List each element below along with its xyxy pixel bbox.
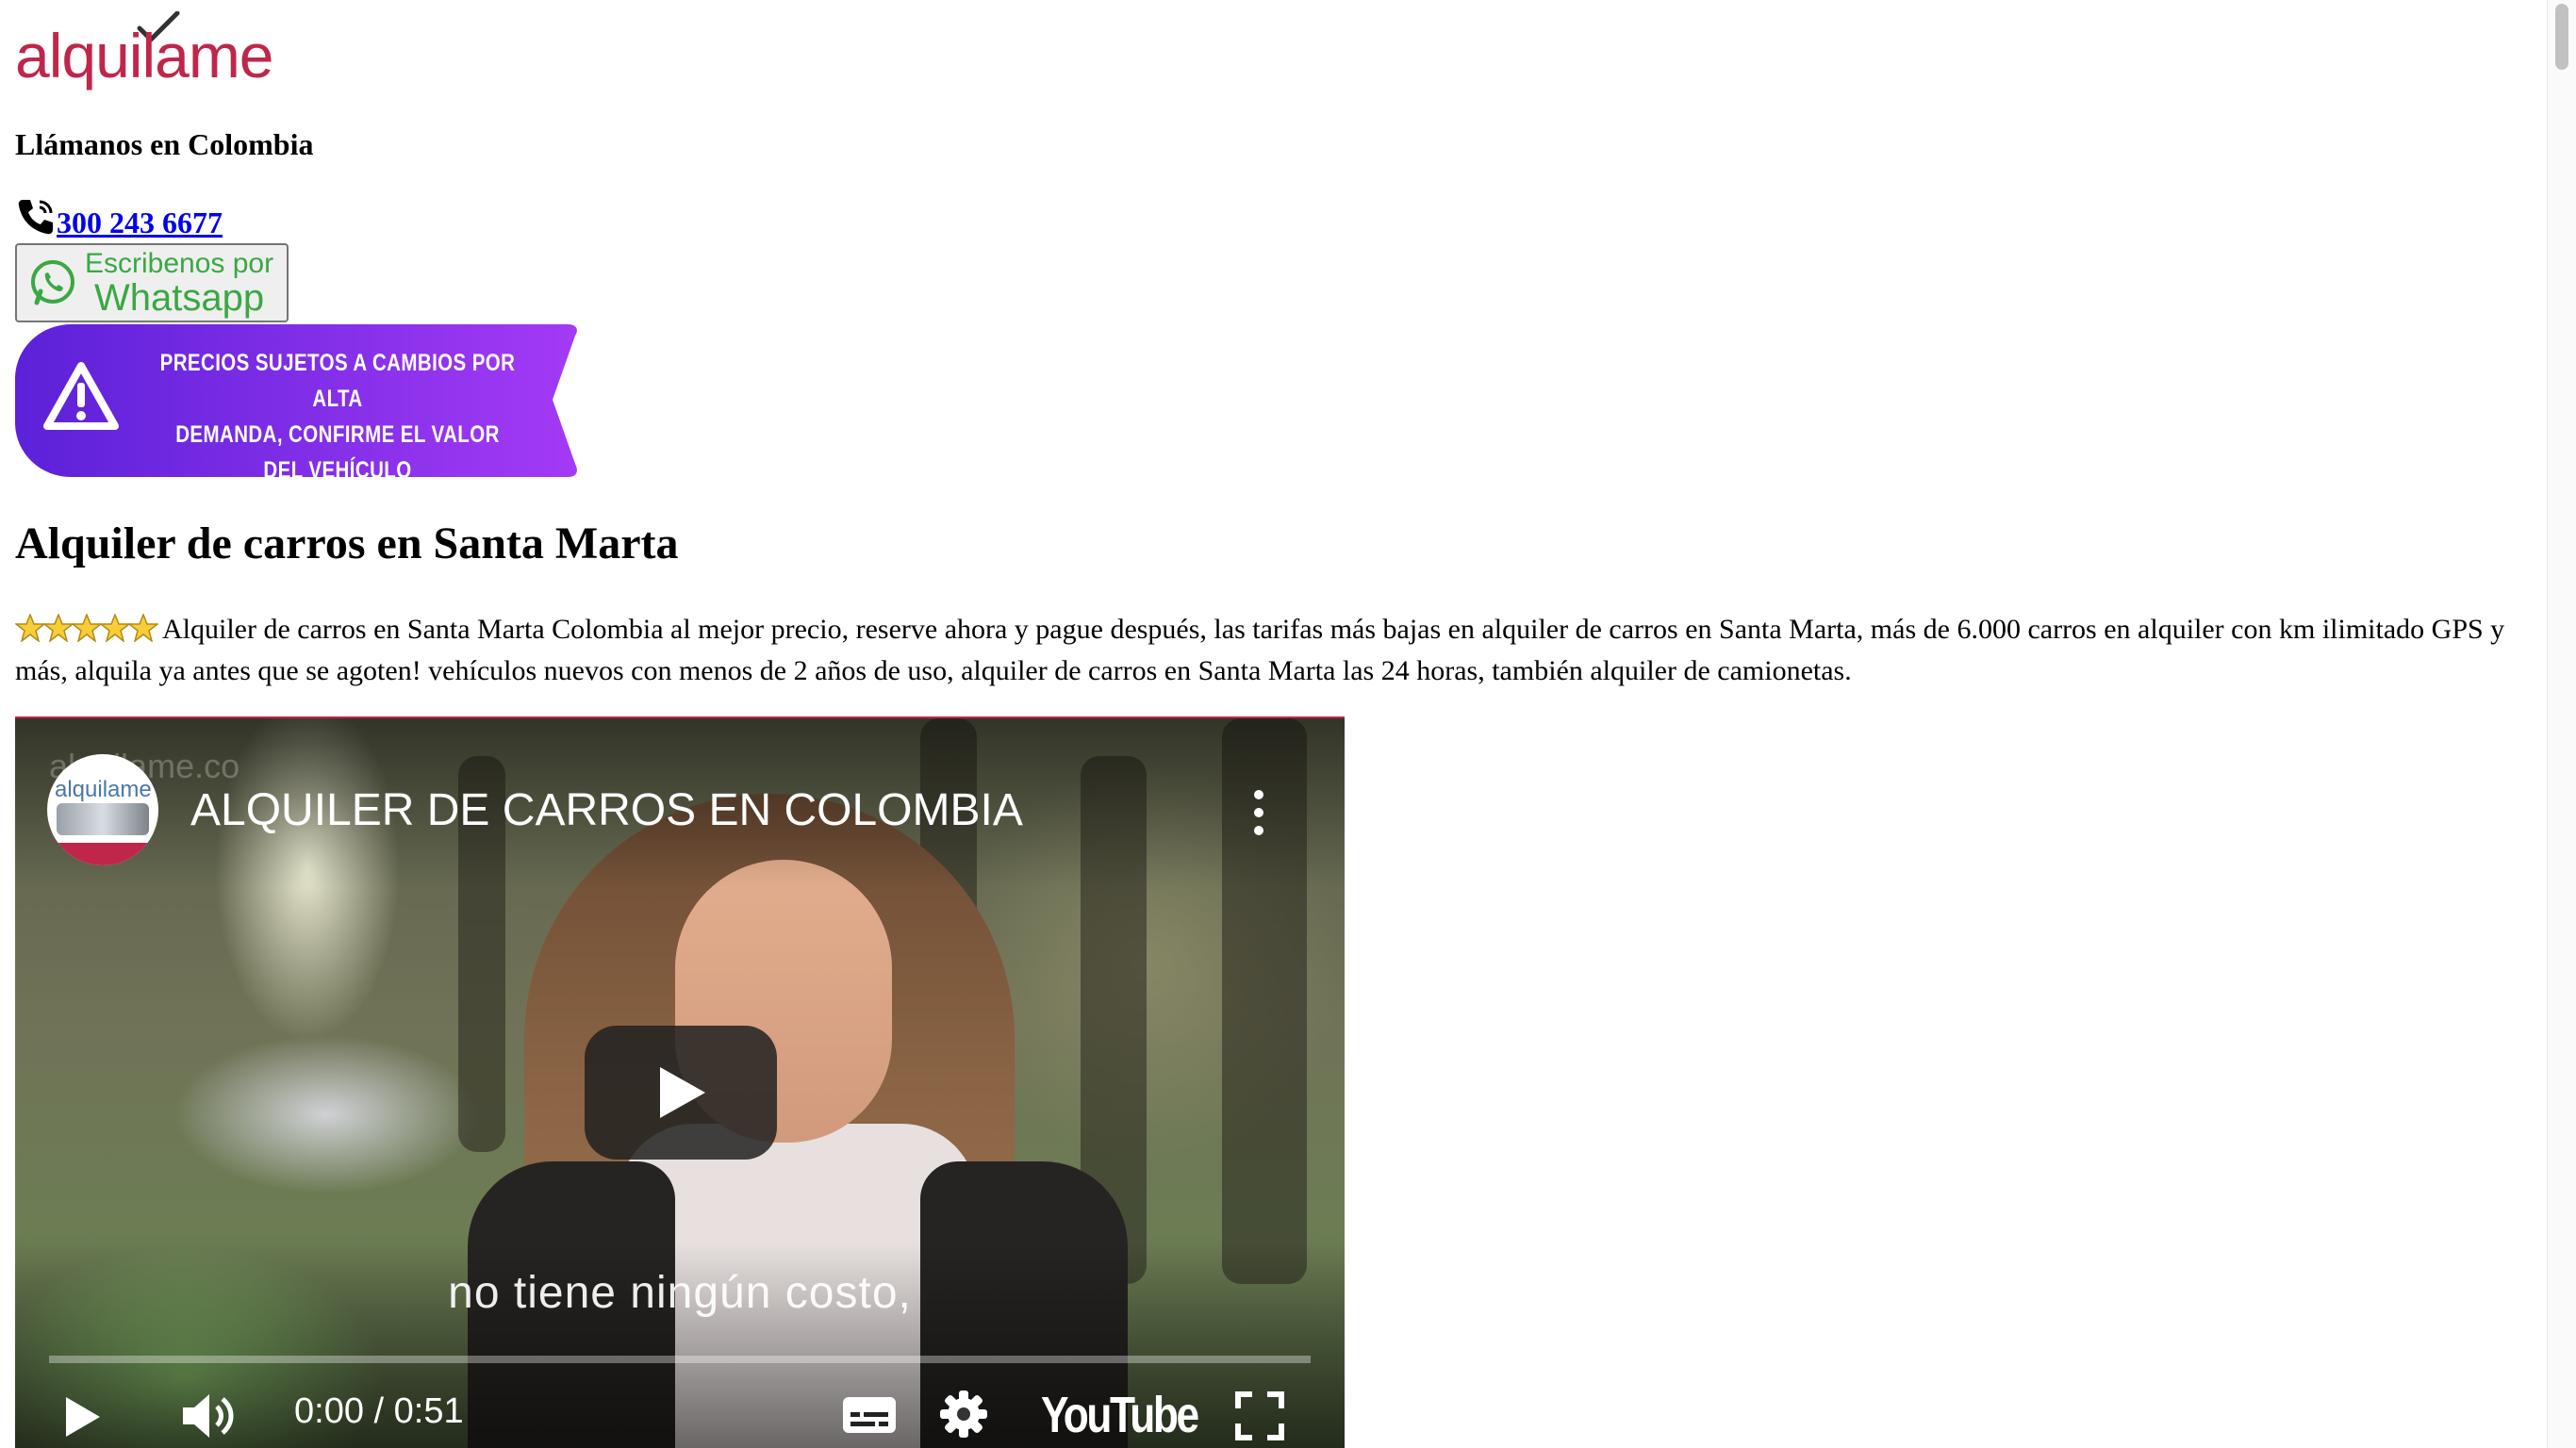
page-scrollbar[interactable] [2547, 0, 2576, 1448]
star-icon [100, 614, 130, 642]
video-controls: 0:00 / 0:51 YouTube [15, 1378, 1345, 1448]
play-button-large[interactable] [585, 1026, 777, 1160]
video-title[interactable]: ALQUILER DE CARROS EN COLOMBIA [190, 784, 1023, 836]
star-rating [15, 614, 158, 652]
price-notice-line2: DEMANDA, CONFIRME EL VALOR DEL VEHÍCULO [175, 421, 500, 484]
site-logo[interactable]: alquilame [15, 11, 298, 96]
settings-gear-icon[interactable] [939, 1390, 988, 1439]
video-progress-bar[interactable] [49, 1356, 1311, 1363]
more-options-icon[interactable] [1252, 788, 1265, 837]
youtube-logo[interactable]: YouTube [1041, 1386, 1199, 1444]
star-icon [43, 614, 74, 642]
channel-avatar-text: alquilame [55, 777, 152, 802]
phone-icon [18, 200, 54, 235]
price-notice-line1: PRECIOS SUJETOS A CAMBIOS POR ALTA [159, 350, 516, 412]
star-icon [128, 614, 158, 642]
price-notice-banner: PRECIOS SUJETOS A CAMBIOS POR ALTA DEMAN… [15, 324, 583, 555]
page-title: Alquiler de carros en Santa Marta [15, 518, 679, 568]
scrollbar-thumb[interactable] [2555, 4, 2568, 70]
youtube-video-player[interactable]: alquilame.co alquilame ALQUILER DE CARRO… [15, 716, 1345, 1448]
star-icon [15, 614, 45, 642]
play-icon [660, 1067, 705, 1118]
volume-icon[interactable] [181, 1391, 238, 1440]
whatsapp-label-line1: Escribenos por [85, 247, 274, 279]
whatsapp-icon [31, 260, 74, 305]
whatsapp-label: Escribenos por Whatsapp [85, 247, 274, 319]
video-time: 0:00 / 0:51 [294, 1391, 464, 1431]
star-icon [72, 614, 102, 642]
logo-text: alquilame [15, 21, 273, 90]
intro-text: Alquiler de carros en Santa Marta Colomb… [15, 614, 2505, 686]
intro-paragraph: Alquiler de carros en Santa Marta Colomb… [15, 611, 2542, 690]
channel-avatar-cars [57, 803, 149, 835]
call-heading: Llámanos en Colombia [15, 127, 314, 161]
channel-avatar[interactable]: alquilame [47, 754, 158, 865]
phone-link[interactable]: 300 243 6677 [57, 207, 223, 238]
fullscreen-icon[interactable] [1235, 1391, 1284, 1440]
phone-line: 300 243 6677 [15, 190, 223, 238]
whatsapp-button[interactable]: Escribenos por Whatsapp [15, 243, 289, 322]
whatsapp-label-line2: Whatsapp [94, 276, 265, 319]
play-icon[interactable] [64, 1395, 102, 1439]
video-caption: no tiene ningún costo, [448, 1268, 912, 1318]
channel-avatar-stripe [47, 843, 158, 865]
subtitles-icon[interactable] [841, 1393, 898, 1437]
